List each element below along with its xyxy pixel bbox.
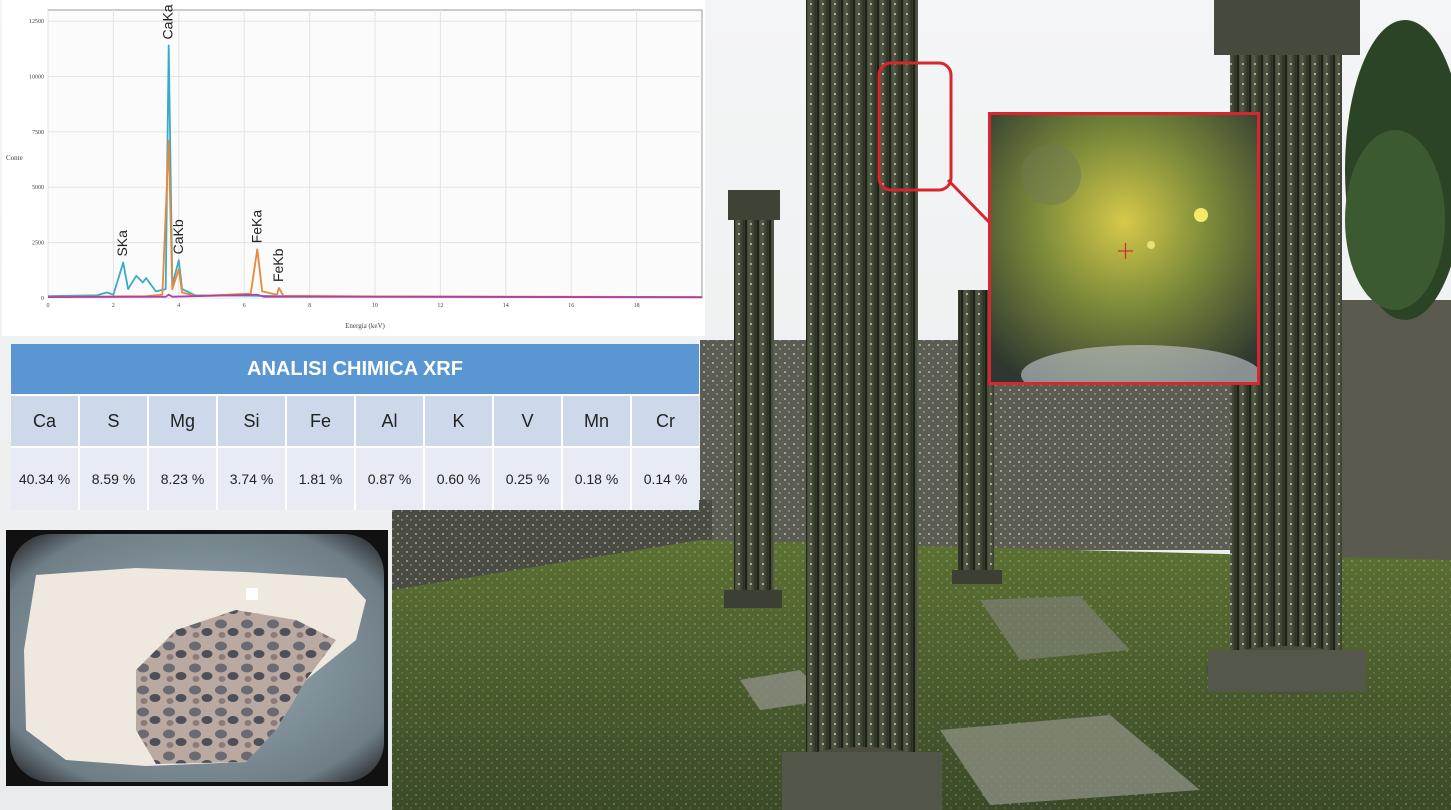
peak-annotation: FeKa (248, 210, 264, 244)
element-value: 0.60 % (425, 448, 494, 510)
xrf-results-table: ANALISI CHIMICA XRF Ca S Mg Si Fe Al K V… (11, 344, 699, 510)
x-tick-label: 14 (503, 303, 509, 309)
element-symbol: Cr (656, 410, 675, 431)
element-value: 8.23 % (149, 448, 218, 510)
element-symbol: Ca (11, 396, 80, 446)
x-tick-label: 8 (308, 303, 311, 309)
spectrum-svg: 0 2500 5000 7500 10000 12500 0 2 4 6 8 10 12 14 16 18 En… (6, 4, 703, 330)
x-tick-label: 12 (437, 303, 443, 309)
element-value: 0.18 % (563, 448, 632, 510)
x-tick-label: 4 (177, 303, 180, 309)
x-tick-label: 18 (634, 303, 640, 309)
y-tick-label: 7500 (32, 130, 44, 136)
peak-annotation: FeKb (270, 248, 286, 282)
element-symbol: Mn (563, 396, 632, 446)
element-value: 40.34 % (11, 448, 80, 510)
element-symbol: Si (218, 396, 287, 446)
element-symbol: Mg (149, 396, 218, 446)
element-value: 1.81 % (287, 448, 356, 510)
element-symbol: Al (356, 396, 425, 446)
element-header-row: Ca S Mg Si Fe Al K V Mn Cr (11, 396, 699, 448)
xrf-spectrum-chart: 0 2500 5000 7500 10000 12500 0 2 4 6 8 10 12 14 16 18 En… (2, 0, 705, 336)
y-tick-label: 0 (41, 296, 44, 302)
y-axis-label: Conte (6, 154, 23, 162)
element-symbol: S (80, 396, 149, 446)
peak-annotation: CaKb (170, 219, 186, 254)
element-value: 0.25 % (494, 448, 563, 510)
x-axis-label: Energia (keV) (345, 322, 385, 330)
x-tick-label: 6 (243, 303, 246, 309)
y-tick-label: 12500 (29, 19, 44, 25)
surface-closeup-photo (988, 112, 1260, 385)
element-symbol: V (494, 396, 563, 446)
peak-annotation: CaKa (160, 4, 176, 39)
x-tick-label: 0 (47, 303, 50, 309)
x-tick-label: 16 (568, 303, 574, 309)
element-value: 0.14 % (643, 471, 688, 487)
peak-annotation: SKa (114, 230, 130, 257)
y-tick-label: 5000 (32, 185, 44, 191)
element-value: 0.87 % (356, 448, 425, 510)
sample-microscope-photo (6, 530, 388, 786)
element-value: 8.59 % (80, 448, 149, 510)
y-tick-label: 10000 (29, 74, 44, 80)
element-symbol: Fe (287, 396, 356, 446)
element-value: 3.74 % (218, 448, 287, 510)
closeup-image (991, 115, 1257, 382)
y-tick-label: 2500 (32, 241, 44, 247)
x-tick-label: 2 (112, 303, 115, 309)
element-symbol: K (425, 396, 494, 446)
element-value-row: 40.34 % 8.59 % 8.23 % 3.74 % 1.81 % 0.87… (11, 448, 699, 510)
x-tick-label: 10 (372, 303, 378, 309)
table-title: ANALISI CHIMICA XRF (11, 344, 699, 396)
